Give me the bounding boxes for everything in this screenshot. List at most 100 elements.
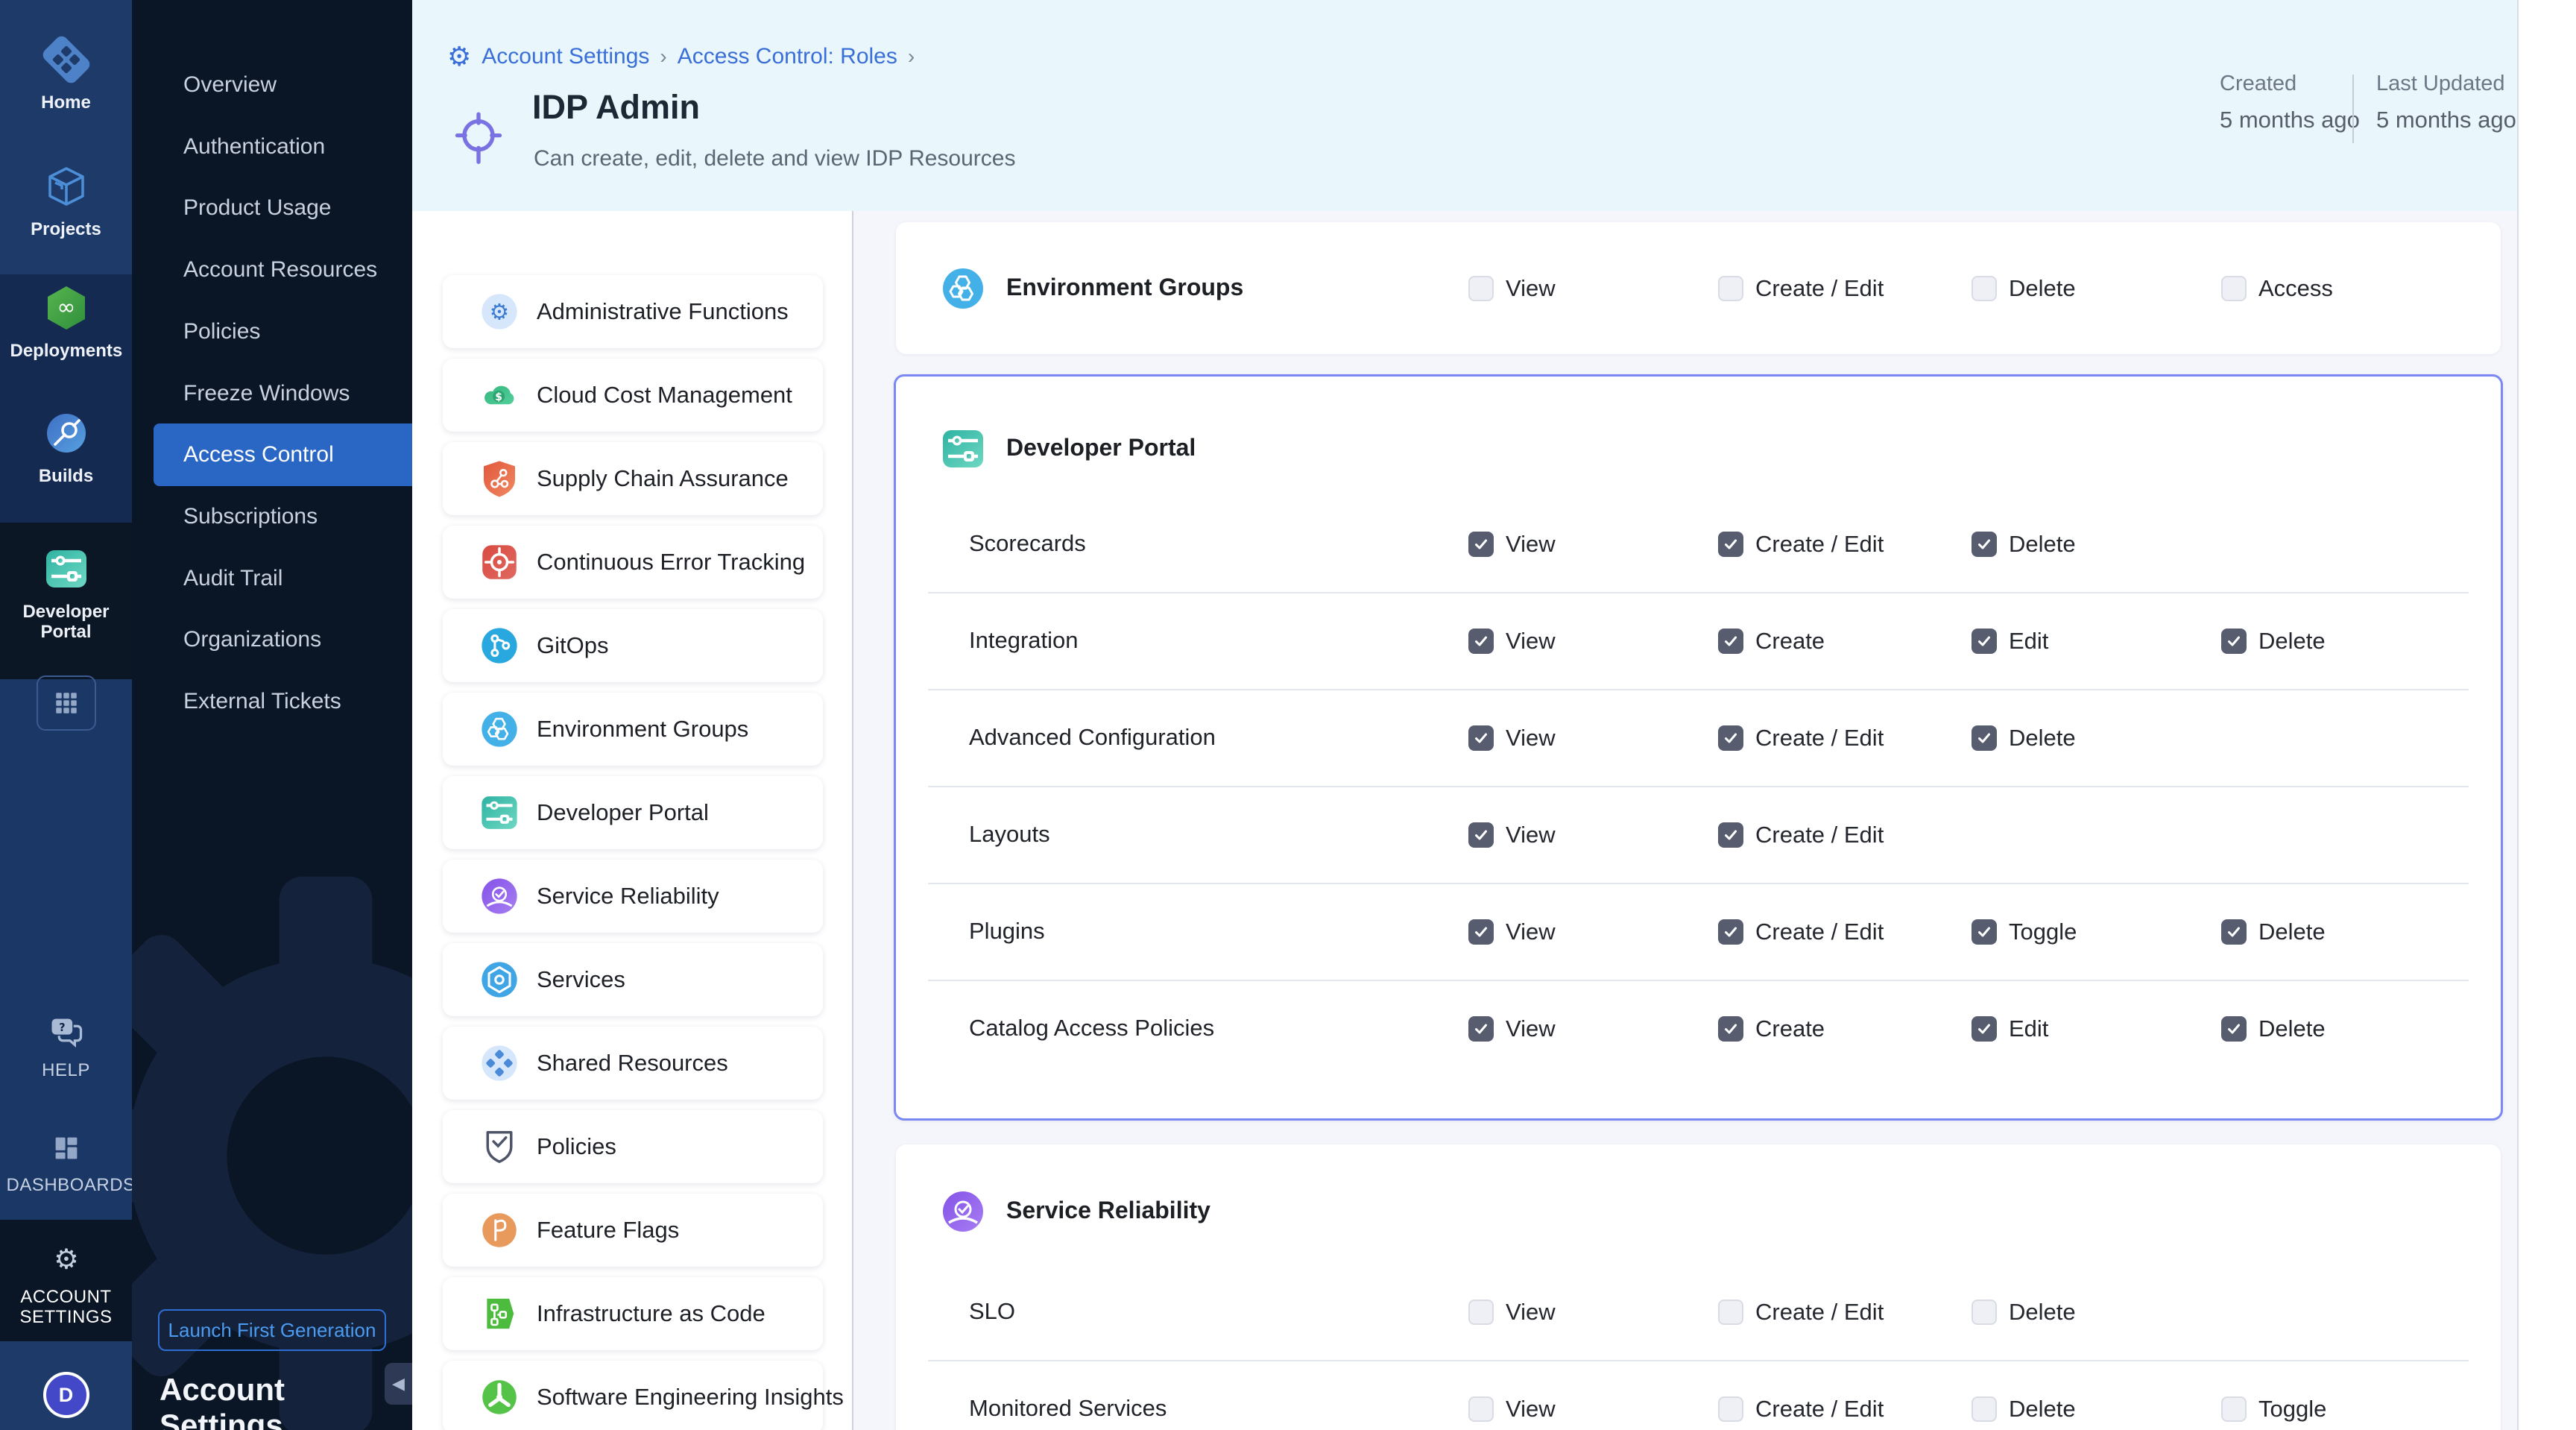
resource-card-policies[interactable]: Policies bbox=[443, 1110, 823, 1183]
breadcrumb-account-settings-link[interactable]: Account Settings bbox=[482, 44, 649, 69]
permission-view[interactable]: View bbox=[1468, 1396, 1556, 1422]
permission-create-edit[interactable]: Create / Edit bbox=[1718, 725, 1884, 751]
collapse-nav-button[interactable]: ◀ bbox=[385, 1363, 412, 1405]
resource-card-gitops[interactable]: GitOps bbox=[443, 609, 823, 682]
permission-create-edit[interactable]: Create / Edit bbox=[1718, 919, 1884, 945]
rail-item-builds[interactable]: Builds bbox=[0, 406, 132, 486]
permission-delete[interactable]: Delete bbox=[1972, 1300, 2076, 1325]
permission-view[interactable]: View bbox=[1468, 629, 1556, 654]
checkbox-checked-icon[interactable] bbox=[2221, 919, 2247, 945]
permission-create[interactable]: Create bbox=[1718, 1016, 1825, 1042]
checkbox-checked-icon[interactable] bbox=[1718, 629, 1743, 654]
permission-view[interactable]: View bbox=[1468, 1300, 1556, 1325]
permission-delete[interactable]: Delete bbox=[2221, 1016, 2326, 1042]
resource-card-feature-flags[interactable]: Feature Flags bbox=[443, 1194, 823, 1267]
nav-item-freeze-windows[interactable]: Freeze Windows bbox=[132, 362, 412, 425]
checkbox-checked-icon[interactable] bbox=[1468, 919, 1494, 945]
resource-card-software-engineering-insights[interactable]: Software Engineering Insights bbox=[443, 1361, 823, 1430]
nav-item-overview[interactable]: Overview bbox=[132, 54, 412, 116]
rail-item-developer-portal[interactable]: Developer Portal bbox=[0, 542, 132, 642]
permission-create-edit[interactable]: Create / Edit bbox=[1718, 276, 1884, 301]
resource-card-cloud-cost-management[interactable]: $Cloud Cost Management bbox=[443, 359, 823, 432]
permission-view[interactable]: View bbox=[1468, 822, 1556, 848]
permission-toggle[interactable]: Toggle bbox=[2221, 1396, 2326, 1422]
permission-view[interactable]: View bbox=[1468, 532, 1556, 557]
checkbox-checked-icon[interactable] bbox=[1468, 725, 1494, 751]
checkbox-unchecked-icon[interactable] bbox=[1468, 276, 1494, 301]
checkbox-unchecked-icon[interactable] bbox=[1718, 276, 1743, 301]
permission-create-edit[interactable]: Create / Edit bbox=[1718, 1396, 1884, 1422]
nav-item-subscriptions[interactable]: Subscriptions bbox=[132, 485, 412, 548]
checkbox-unchecked-icon[interactable] bbox=[1972, 1396, 1997, 1422]
checkbox-unchecked-icon[interactable] bbox=[1718, 1396, 1743, 1422]
permission-view[interactable]: View bbox=[1468, 919, 1556, 945]
permission-view[interactable]: View bbox=[1468, 1016, 1556, 1042]
resource-card-continuous-error-tracking[interactable]: Continuous Error Tracking bbox=[443, 526, 823, 599]
nav-item-product-usage[interactable]: Product Usage bbox=[132, 177, 412, 239]
rail-item-home[interactable]: Home bbox=[0, 33, 132, 113]
resource-card-infrastructure-as-code[interactable]: Infrastructure as Code bbox=[443, 1277, 823, 1350]
resource-card-shared-resources[interactable]: Shared Resources bbox=[443, 1027, 823, 1100]
nav-item-account-resources[interactable]: Account Resources bbox=[132, 239, 412, 301]
permission-delete[interactable]: Delete bbox=[1972, 1396, 2076, 1422]
checkbox-unchecked-icon[interactable] bbox=[1468, 1396, 1494, 1422]
rail-item-dashboards[interactable]: DASHBOARDS bbox=[0, 1127, 132, 1195]
permission-delete[interactable]: Delete bbox=[2221, 919, 2326, 945]
nav-item-audit-trail[interactable]: Audit Trail bbox=[132, 547, 412, 610]
permission-delete[interactable]: Delete bbox=[1972, 725, 2076, 751]
checkbox-unchecked-icon[interactable] bbox=[1972, 276, 1997, 301]
checkbox-checked-icon[interactable] bbox=[1468, 822, 1494, 848]
checkbox-checked-icon[interactable] bbox=[1468, 532, 1494, 557]
checkbox-unchecked-icon[interactable] bbox=[2221, 276, 2247, 301]
permission-access[interactable]: Access bbox=[2221, 276, 2333, 301]
resource-card-service-reliability[interactable]: Service Reliability bbox=[443, 860, 823, 933]
resource-card-supply-chain-assurance[interactable]: Supply Chain Assurance bbox=[443, 442, 823, 515]
permission-view[interactable]: View bbox=[1468, 725, 1556, 751]
user-avatar[interactable]: D bbox=[0, 1372, 132, 1418]
checkbox-checked-icon[interactable] bbox=[1468, 629, 1494, 654]
permission-delete[interactable]: Delete bbox=[1972, 276, 2076, 301]
resource-card-administrative-functions[interactable]: ⚙Administrative Functions bbox=[443, 275, 823, 348]
launch-first-generation-button[interactable]: Launch First Generation bbox=[158, 1309, 386, 1351]
resource-card-environment-groups[interactable]: Environment Groups bbox=[443, 693, 823, 766]
rail-item-help[interactable]: ?HELP bbox=[0, 1012, 132, 1080]
checkbox-checked-icon[interactable] bbox=[1972, 1016, 1997, 1042]
permission-edit[interactable]: Edit bbox=[1972, 1016, 2048, 1042]
checkbox-checked-icon[interactable] bbox=[1972, 919, 1997, 945]
rail-item-deployments[interactable]: ∞Deployments bbox=[0, 281, 132, 361]
resource-card-services[interactable]: Services bbox=[443, 943, 823, 1016]
checkbox-checked-icon[interactable] bbox=[2221, 629, 2247, 654]
nav-item-authentication[interactable]: Authentication bbox=[132, 116, 412, 178]
checkbox-checked-icon[interactable] bbox=[1972, 629, 1997, 654]
checkbox-checked-icon[interactable] bbox=[1718, 822, 1743, 848]
checkbox-checked-icon[interactable] bbox=[1468, 1016, 1494, 1042]
permission-create-edit[interactable]: Create / Edit bbox=[1718, 532, 1884, 557]
resource-card-developer-portal[interactable]: Developer Portal bbox=[443, 776, 823, 849]
breadcrumb-roles-link[interactable]: Access Control: Roles bbox=[678, 44, 897, 69]
checkbox-checked-icon[interactable] bbox=[1718, 532, 1743, 557]
checkbox-checked-icon[interactable] bbox=[1718, 725, 1743, 751]
permission-create[interactable]: Create bbox=[1718, 629, 1825, 654]
checkbox-unchecked-icon[interactable] bbox=[1718, 1300, 1743, 1325]
permission-delete[interactable]: Delete bbox=[2221, 629, 2326, 654]
rail-item-account-settings[interactable]: ⚙ACCOUNT SETTINGS bbox=[0, 1239, 132, 1327]
checkbox-unchecked-icon[interactable] bbox=[1972, 1300, 1997, 1325]
nav-item-policies[interactable]: Policies bbox=[132, 300, 412, 363]
checkbox-checked-icon[interactable] bbox=[1718, 919, 1743, 945]
rail-item-module-picker[interactable] bbox=[0, 675, 132, 731]
permission-toggle[interactable]: Toggle bbox=[1972, 919, 2077, 945]
checkbox-checked-icon[interactable] bbox=[1718, 1016, 1743, 1042]
permission-section-developer-portal[interactable]: Developer PortalScorecardsViewCreate / E… bbox=[894, 374, 2503, 1121]
rail-item-projects[interactable]: Projects bbox=[0, 160, 132, 239]
permission-edit[interactable]: Edit bbox=[1972, 629, 2048, 654]
permission-delete[interactable]: Delete bbox=[1972, 532, 2076, 557]
checkbox-unchecked-icon[interactable] bbox=[1468, 1300, 1494, 1325]
nav-item-organizations[interactable]: Organizations bbox=[132, 608, 412, 671]
checkbox-unchecked-icon[interactable] bbox=[2221, 1396, 2247, 1422]
checkbox-checked-icon[interactable] bbox=[2221, 1016, 2247, 1042]
permission-section-environment-groups[interactable]: Environment GroupsViewCreate / EditDelet… bbox=[896, 222, 2501, 354]
permission-section-service-reliability[interactable]: Service ReliabilitySLOViewCreate / EditD… bbox=[896, 1144, 2501, 1430]
permission-create-edit[interactable]: Create / Edit bbox=[1718, 822, 1884, 848]
checkbox-checked-icon[interactable] bbox=[1972, 725, 1997, 751]
checkbox-checked-icon[interactable] bbox=[1972, 532, 1997, 557]
